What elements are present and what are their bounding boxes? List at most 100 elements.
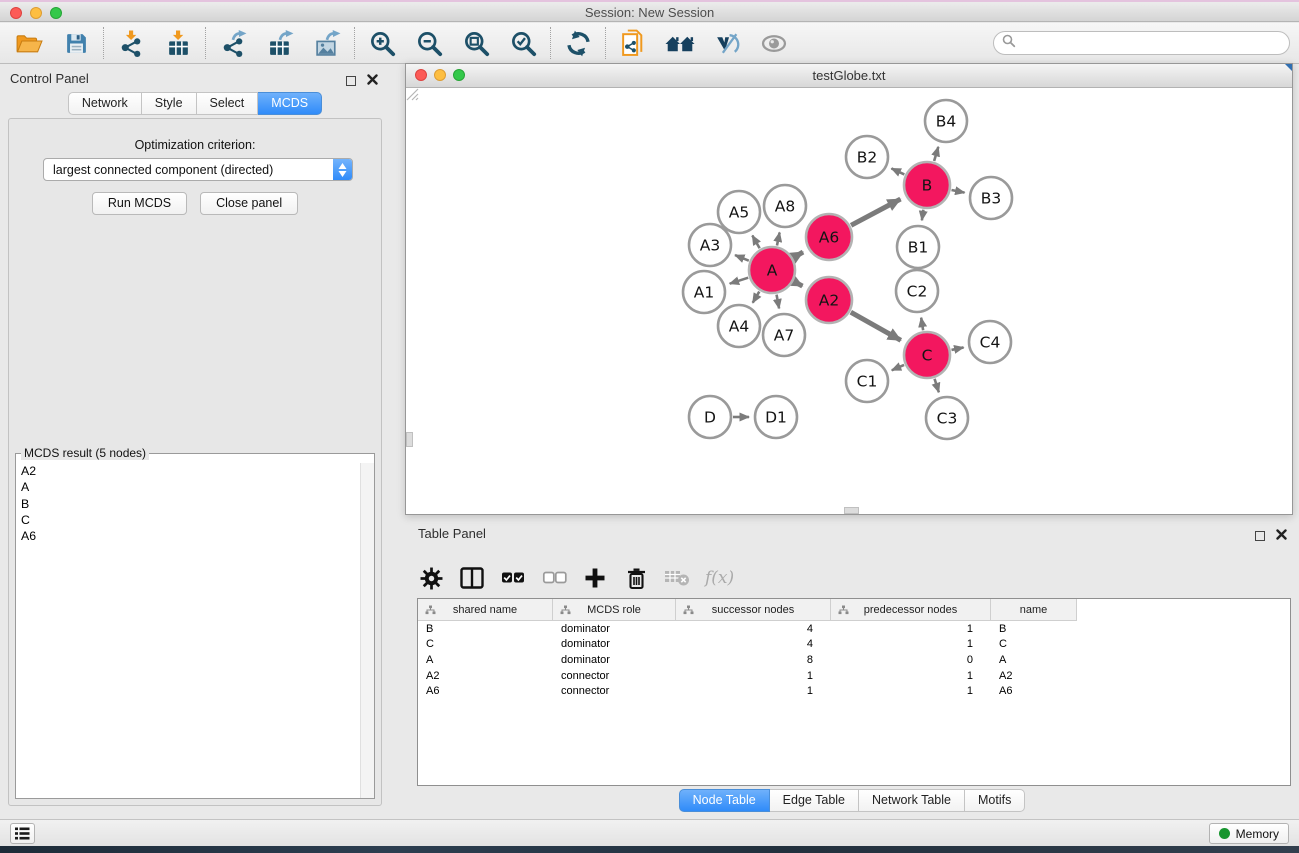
export-network-icon[interactable] <box>218 28 248 58</box>
zoom-fit-icon[interactable] <box>461 28 491 58</box>
edge-A6-B[interactable] <box>851 199 900 225</box>
refresh-view-icon[interactable] <box>563 28 593 58</box>
memory-button[interactable]: Memory <box>1209 823 1289 844</box>
edge-A-A8[interactable] <box>777 232 780 245</box>
node-C3[interactable]: C3 <box>926 397 968 439</box>
node-C2[interactable]: C2 <box>896 270 938 312</box>
node-C1[interactable]: C1 <box>846 360 888 402</box>
close-panel-icon[interactable] <box>367 72 378 90</box>
node-A6[interactable]: A6 <box>806 214 852 260</box>
column-header-name[interactable]: name <box>991 599 1077 621</box>
float-table-panel-icon[interactable] <box>1255 531 1265 541</box>
zoom-out-icon[interactable] <box>414 28 444 58</box>
select-all-columns-icon[interactable] <box>500 564 526 592</box>
home-icon[interactable] <box>665 28 695 58</box>
edge-C-C2[interactable] <box>921 318 923 331</box>
edge-A-A7[interactable] <box>777 295 780 309</box>
vertical-scroll-thumb[interactable] <box>406 432 413 447</box>
tab-select[interactable]: Select <box>197 92 259 115</box>
node-B1[interactable]: B1 <box>897 226 939 268</box>
table-row[interactable]: Cdominator41C <box>418 637 1290 653</box>
edge-A-A5[interactable] <box>752 235 759 248</box>
edge-A-A6[interactable] <box>794 252 803 257</box>
zoom-selected-icon[interactable] <box>508 28 538 58</box>
node-A4[interactable]: A4 <box>718 305 760 347</box>
resize-grip[interactable] <box>406 88 419 101</box>
tab-node-table[interactable]: Node Table <box>679 789 770 812</box>
table-row[interactable]: A2connector11A2 <box>418 668 1290 684</box>
result-list-scrollbar[interactable] <box>360 463 374 798</box>
node-C[interactable]: C <box>904 332 950 378</box>
result-item[interactable]: C <box>17 512 359 528</box>
edge-A-A1[interactable] <box>730 278 749 284</box>
window-titlebar[interactable]: Session: New Session <box>0 0 1299 22</box>
result-item[interactable]: B <box>17 496 359 512</box>
close-panel-button[interactable]: Close panel <box>200 192 298 215</box>
tab-style[interactable]: Style <box>142 92 197 115</box>
edge-C-C1[interactable] <box>892 365 904 370</box>
edge-A-A4[interactable] <box>753 292 760 303</box>
float-panel-icon[interactable] <box>346 76 356 86</box>
column-header-shared-name[interactable]: shared name <box>418 599 553 621</box>
tab-motifs[interactable]: Motifs <box>965 789 1025 812</box>
node-A3[interactable]: A3 <box>689 224 731 266</box>
node-A2[interactable]: A2 <box>806 277 852 323</box>
edge-B-B3[interactable] <box>951 190 964 193</box>
edge-B-B4[interactable] <box>934 147 938 161</box>
search-box[interactable] <box>993 31 1290 55</box>
import-table-icon[interactable] <box>163 28 193 58</box>
horizontal-scroll-thumb[interactable] <box>844 507 859 514</box>
search-input[interactable] <box>1021 36 1281 50</box>
save-session-icon[interactable] <box>61 28 91 58</box>
duplicate-network-icon[interactable] <box>618 28 648 58</box>
network-canvas[interactable]: B4 B2 B B3 A5A8A6 A3 B1 A A1 C2 A2 A4A7 C4 C C1 C3 D D1 <box>406 88 1292 514</box>
node-A7[interactable]: A7 <box>763 314 805 356</box>
network-window-titlebar[interactable]: testGlobe.txt <box>406 64 1292 88</box>
table-row[interactable]: Bdominator41B <box>418 621 1290 637</box>
node-A8[interactable]: A8 <box>764 185 806 227</box>
split-panel-icon[interactable] <box>459 564 485 592</box>
node-D[interactable]: D <box>689 396 731 438</box>
open-session-icon[interactable] <box>14 28 44 58</box>
unselect-all-columns-icon[interactable] <box>541 564 567 592</box>
delete-columns-icon[interactable] <box>623 564 649 592</box>
eye-icon[interactable] <box>759 28 789 58</box>
node-A5[interactable]: A5 <box>718 191 760 233</box>
export-table-icon[interactable] <box>265 28 295 58</box>
node-B2[interactable]: B2 <box>846 136 888 178</box>
edge-B-B1[interactable] <box>922 210 924 221</box>
node-B4[interactable]: B4 <box>925 100 967 142</box>
edge-C-C3[interactable] <box>935 379 939 392</box>
close-table-panel-icon[interactable] <box>1276 527 1287 545</box>
column-header-mcds-role[interactable]: MCDS role <box>553 599 676 621</box>
table-row[interactable]: Adominator80A <box>418 652 1290 668</box>
edge-A-A3[interactable] <box>735 255 749 261</box>
tab-edge-table[interactable]: Edge Table <box>770 789 859 812</box>
result-item[interactable]: A2 <box>17 463 359 479</box>
node-A[interactable]: A <box>749 247 795 293</box>
table-settings-icon[interactable] <box>418 564 444 592</box>
column-header-successor-nodes[interactable]: successor nodes <box>676 599 831 621</box>
mcds-result-list[interactable]: A2ABCA6 <box>17 463 359 797</box>
node-B3[interactable]: B3 <box>970 177 1012 219</box>
node-C4[interactable]: C4 <box>969 321 1011 363</box>
node-A1[interactable]: A1 <box>683 271 725 313</box>
task-history-button[interactable] <box>10 823 35 844</box>
export-image-icon[interactable] <box>312 28 342 58</box>
import-network-icon[interactable] <box>116 28 146 58</box>
edge-A2-C[interactable] <box>851 312 901 340</box>
edge-B-B2[interactable] <box>891 168 904 174</box>
column-header-predecessor-nodes[interactable]: predecessor nodes <box>831 599 991 621</box>
zoom-in-icon[interactable] <box>367 28 397 58</box>
hide-graphics-details-icon[interactable] <box>712 28 742 58</box>
edge-A-A2[interactable] <box>794 282 802 286</box>
tab-mcds[interactable]: MCDS <box>258 92 322 115</box>
edge-C-C4[interactable] <box>951 347 963 349</box>
node-D1[interactable]: D1 <box>755 396 797 438</box>
optimization-criterion-select[interactable]: largest connected component (directed) <box>43 158 353 181</box>
result-item[interactable]: A <box>17 479 359 495</box>
result-item[interactable]: A6 <box>17 528 359 544</box>
table-row[interactable]: A6connector11A6 <box>418 683 1290 699</box>
node-B[interactable]: B <box>904 162 950 208</box>
run-mcds-button[interactable]: Run MCDS <box>92 192 187 215</box>
